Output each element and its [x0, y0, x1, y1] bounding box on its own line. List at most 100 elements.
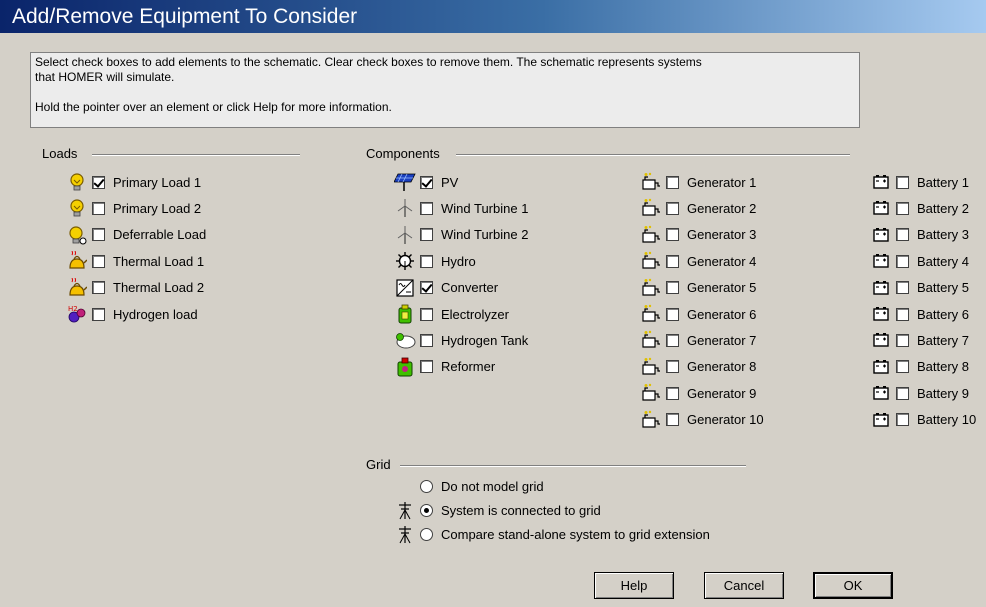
battery-battery-8-checkbox[interactable]: [896, 360, 909, 374]
load-deferrable-load-checkbox[interactable]: [92, 228, 105, 242]
generator-generator-7[interactable]: Generator 7: [640, 329, 756, 351]
generator-generator-6[interactable]: Generator 6: [640, 303, 756, 325]
battery-battery-4-checkbox[interactable]: [896, 254, 909, 268]
load-primary-load-1[interactable]: Primary Load 1: [66, 171, 201, 193]
instructions-line-2: that HOMER will simulate.: [35, 70, 175, 84]
component-wind-turbine-1-checkbox[interactable]: [420, 201, 433, 215]
battery-icon: [870, 410, 892, 430]
component-electrolyzer-checkbox[interactable]: [420, 307, 433, 321]
battery-battery-3-checkbox[interactable]: [896, 228, 909, 242]
generator-label: Generator 6: [687, 306, 757, 322]
generator-generator-8[interactable]: Generator 8: [640, 356, 756, 378]
component-electrolyzer[interactable]: Electrolyzer: [394, 303, 509, 325]
window-title: Add/Remove Equipment To Consider: [0, 0, 986, 33]
battery-battery-1[interactable]: Battery 1: [870, 171, 969, 193]
battery-battery-1-checkbox[interactable]: [896, 175, 909, 189]
generator-generator-6-checkbox[interactable]: [666, 307, 679, 321]
generator-generator-2[interactable]: Generator 2: [640, 197, 756, 219]
generator-label: Generator 1: [687, 174, 757, 190]
battery-label: Battery 3: [917, 227, 970, 243]
load-primary-load-1-checkbox[interactable]: [92, 175, 105, 189]
generator-generator-8-checkbox[interactable]: [666, 360, 679, 374]
load-hydrogen-load[interactable]: H2 Hydrogen load: [66, 303, 198, 325]
grid-option-do-not-model-grid-radio[interactable]: [420, 479, 433, 493]
component-label: Hydro: [441, 253, 476, 269]
battery-battery-10-checkbox[interactable]: [896, 413, 909, 427]
battery-battery-7[interactable]: Battery 7: [870, 329, 969, 351]
component-hydrogen-tank[interactable]: Hydrogen Tank: [394, 329, 528, 351]
cancel-button[interactable]: Cancel: [704, 572, 784, 599]
battery-battery-5-checkbox[interactable]: [896, 281, 909, 295]
generator-generator-5[interactable]: Generator 5: [640, 277, 756, 299]
battery-battery-8[interactable]: Battery 8: [870, 356, 969, 378]
load-thermal-load-1[interactable]: Thermal Load 1: [66, 250, 204, 272]
battery-battery-2-checkbox[interactable]: [896, 201, 909, 215]
grid-group-label: Grid: [366, 457, 391, 472]
component-hydrogen-tank-checkbox[interactable]: [420, 333, 433, 347]
battery-battery-5[interactable]: Battery 5: [870, 277, 969, 299]
generator-generator-1[interactable]: Generator 1: [640, 171, 756, 193]
component-converter-checkbox[interactable]: [420, 281, 433, 295]
component-reformer[interactable]: Reformer: [394, 356, 495, 378]
battery-icon: [870, 198, 892, 218]
battery-battery-3[interactable]: Battery 3: [870, 224, 969, 246]
load-primary-load-2-checkbox[interactable]: [92, 201, 105, 215]
grid-option-system-is-connected-to-grid-radio[interactable]: [420, 503, 433, 517]
grid-tower-icon: [394, 500, 416, 520]
load-primary-load-2[interactable]: Primary Load 2: [66, 197, 201, 219]
generator-generator-3-checkbox[interactable]: [666, 228, 679, 242]
component-label: Electrolyzer: [441, 306, 509, 322]
component-hydro[interactable]: Hydro: [394, 250, 476, 272]
battery-battery-7-checkbox[interactable]: [896, 333, 909, 347]
generator-generator-4[interactable]: Generator 4: [640, 250, 756, 272]
grid-option-compare-stand-alone-system-to-grid-extension-radio[interactable]: [420, 527, 433, 541]
generator-generator-4-checkbox[interactable]: [666, 254, 679, 268]
generator-generator-10[interactable]: Generator 10: [640, 409, 764, 431]
battery-label: Battery 6: [917, 306, 970, 322]
generator-generator-9-checkbox[interactable]: [666, 386, 679, 400]
battery-label: Battery 7: [917, 332, 970, 348]
component-wind-turbine-2-checkbox[interactable]: [420, 228, 433, 242]
battery-label: Battery 5: [917, 280, 970, 296]
component-reformer-checkbox[interactable]: [420, 360, 433, 374]
battery-battery-2[interactable]: Battery 2: [870, 197, 969, 219]
load-thermal-load-1-checkbox[interactable]: [92, 254, 105, 268]
generator-icon: [640, 410, 662, 430]
battery-battery-4[interactable]: Battery 4: [870, 250, 969, 272]
instructions-line-3: Hold the pointer over an element or clic…: [35, 100, 392, 114]
generator-label: Generator 2: [687, 200, 757, 216]
battery-icon: [870, 172, 892, 192]
component-pv[interactable]: PV: [394, 171, 458, 193]
battery-icon: [870, 304, 892, 324]
help-button[interactable]: Help: [594, 572, 674, 599]
grid-option-do-not-model-grid[interactable]: Do not model grid: [394, 475, 544, 497]
component-wind-turbine-1[interactable]: Wind Turbine 1: [394, 197, 528, 219]
component-pv-checkbox[interactable]: [420, 175, 433, 189]
component-hydro-checkbox[interactable]: [420, 254, 433, 268]
ok-button[interactable]: OK: [813, 572, 893, 599]
component-wind-turbine-2[interactable]: Wind Turbine 2: [394, 224, 528, 246]
wind-turbine-icon: [394, 225, 416, 245]
load-deferrable-load[interactable]: Deferrable Load: [66, 224, 206, 246]
generator-generator-7-checkbox[interactable]: [666, 333, 679, 347]
battery-battery-9[interactable]: Battery 9: [870, 382, 969, 404]
generator-generator-2-checkbox[interactable]: [666, 201, 679, 215]
battery-battery-9-checkbox[interactable]: [896, 386, 909, 400]
battery-battery-6-checkbox[interactable]: [896, 307, 909, 321]
reformer-icon: [394, 357, 416, 377]
load-thermal-load-2[interactable]: Thermal Load 2: [66, 277, 204, 299]
load-hydrogen-load-checkbox[interactable]: [92, 307, 105, 321]
generator-generator-3[interactable]: Generator 3: [640, 224, 756, 246]
battery-icon: [870, 330, 892, 350]
generator-generator-5-checkbox[interactable]: [666, 281, 679, 295]
generator-generator-1-checkbox[interactable]: [666, 175, 679, 189]
battery-battery-6[interactable]: Battery 6: [870, 303, 969, 325]
grid-option-label: System is connected to grid: [441, 502, 601, 518]
grid-option-system-is-connected-to-grid[interactable]: System is connected to grid: [394, 499, 601, 521]
battery-battery-10[interactable]: Battery 10: [870, 409, 976, 431]
load-thermal-load-2-checkbox[interactable]: [92, 281, 105, 295]
generator-generator-10-checkbox[interactable]: [666, 413, 679, 427]
grid-option-compare-stand-alone-system-to-grid-extension[interactable]: Compare stand-alone system to grid exten…: [394, 523, 710, 545]
generator-generator-9[interactable]: Generator 9: [640, 382, 756, 404]
component-converter[interactable]: Converter: [394, 277, 498, 299]
